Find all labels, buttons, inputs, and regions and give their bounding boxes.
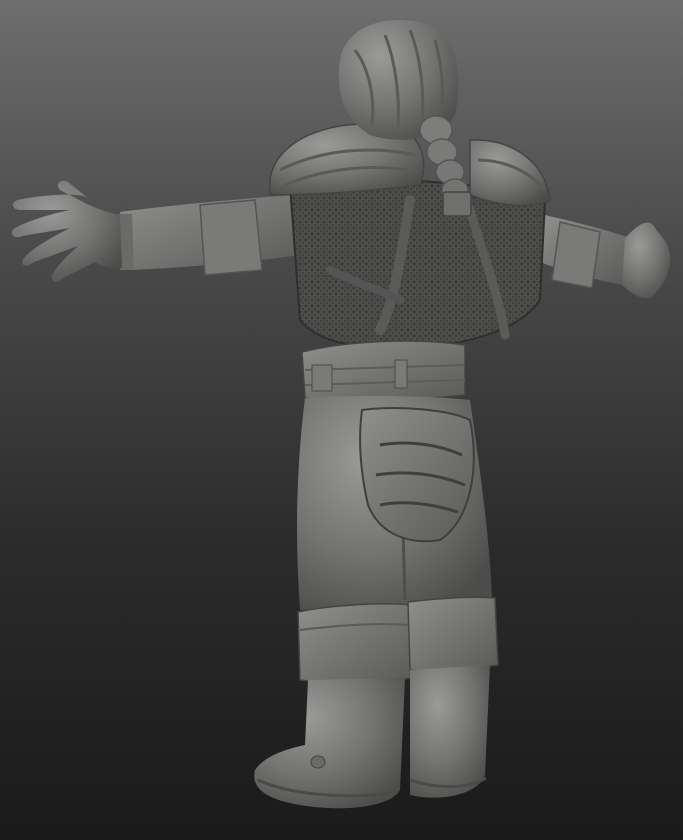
left-arm <box>118 195 300 276</box>
right-hand <box>622 222 671 299</box>
right-arm <box>540 215 630 289</box>
boot-left <box>254 678 405 809</box>
shoulder-pauldron-right <box>469 139 551 207</box>
left-hand <box>11 180 122 282</box>
boot-right <box>409 665 490 798</box>
sculpted-character-render <box>11 20 671 809</box>
belt <box>301 340 466 401</box>
viewport-canvas[interactable] <box>0 0 683 840</box>
boot-cuff-left <box>297 603 413 683</box>
boot-cuff-right <box>407 596 499 672</box>
thigh-armor-plate <box>359 407 475 543</box>
